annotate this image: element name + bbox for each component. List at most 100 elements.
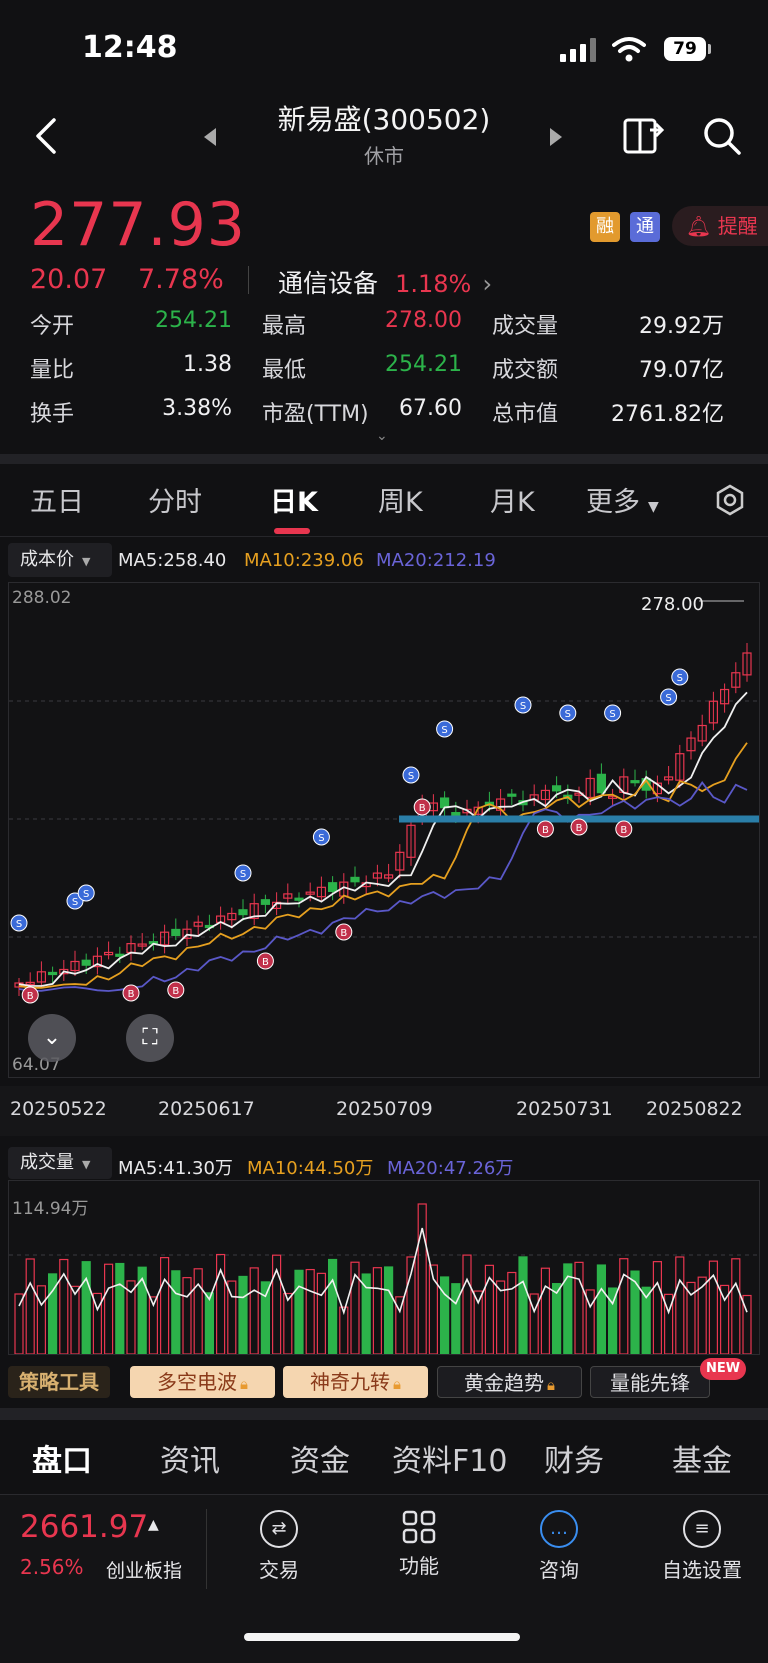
sell-signal: S: [10, 914, 28, 932]
svg-text:S: S: [609, 709, 615, 720]
detail-tab[interactable]: 基金: [672, 1436, 732, 1480]
volume-bar: [305, 1268, 315, 1355]
connect-badge: 通: [630, 212, 660, 242]
sell-signal: S: [234, 864, 252, 882]
stat-value: 254.21: [155, 308, 232, 333]
detail-tab[interactable]: 盘口: [32, 1436, 92, 1480]
detail-tabs: 盘口 资讯 资金 资料F10 财务 基金: [0, 1420, 768, 1492]
svg-text:S: S: [16, 919, 22, 930]
search-icon[interactable]: [702, 116, 742, 156]
strategy-tool-label: 量能先锋: [610, 1371, 690, 1395]
buy-signal: B: [122, 984, 140, 1002]
period-tab-label: 五日: [30, 487, 84, 518]
sell-signal: S: [604, 704, 622, 722]
volume-bar: [652, 1261, 663, 1355]
prev-stock-icon[interactable]: [202, 126, 218, 148]
detail-tab-label: 资料F10: [392, 1444, 508, 1479]
period-tab[interactable]: 分时: [148, 480, 202, 519]
tabs-divider: [0, 536, 768, 537]
volume-bar: [171, 1270, 181, 1355]
price-change-pct: 7.78%: [138, 264, 224, 295]
strategy-tool-label: 黄金趋势: [464, 1371, 544, 1395]
wifi-icon: [612, 37, 646, 62]
collapse-signals-icon[interactable]: ⌄: [28, 1014, 76, 1062]
strategy-tool-button[interactable]: 多空电波 🔒︎: [130, 1366, 275, 1398]
back-icon[interactable]: [32, 116, 60, 156]
period-tab[interactable]: 五日: [30, 480, 84, 519]
quote-divider: [248, 266, 249, 294]
volume-bar: [462, 1254, 472, 1355]
index-name: 创业板指: [106, 1560, 183, 1582]
period-tab[interactable]: 日K: [270, 480, 318, 519]
share-icon[interactable]: [622, 116, 666, 156]
home-indicator: [244, 1633, 520, 1641]
detail-tab[interactable]: 资料F10: [392, 1436, 507, 1480]
stat-value: 67.60: [399, 396, 462, 421]
current-price: 277.93: [30, 190, 246, 260]
svg-text:S: S: [83, 889, 89, 900]
kline-chart[interactable]: SBSSBBSBSBSBSSBSBSBSS: [8, 582, 760, 1078]
volume-bar: [103, 1263, 114, 1355]
nav-functions[interactable]: 功能: [374, 1510, 464, 1579]
svg-text:B: B: [542, 825, 549, 836]
settings-hex-icon[interactable]: [714, 484, 746, 516]
detail-tab[interactable]: 财务: [544, 1436, 604, 1480]
period-tab[interactable]: 月K: [490, 480, 535, 519]
stat-value: 29.92万: [639, 314, 724, 339]
section-divider: [0, 1408, 768, 1420]
period-tab[interactable]: 周K: [378, 480, 423, 519]
svg-text:S: S: [565, 709, 571, 720]
kline-ma10: MA10:239.06: [244, 550, 364, 571]
status-bar: 12:48 79: [0, 0, 768, 100]
nav-trade[interactable]: ⇄ 交易: [234, 1510, 324, 1583]
kline-ma5: MA5:258.40: [118, 550, 227, 571]
strategy-tool-button[interactable]: 量能先锋: [590, 1366, 710, 1398]
next-stock-icon[interactable]: [548, 126, 564, 148]
sell-signal: S: [514, 696, 532, 714]
kline-high-marker: 278.00: [641, 594, 704, 615]
volume-bar: [36, 1285, 46, 1355]
volume-chart[interactable]: [8, 1180, 760, 1355]
date-tick: 20250522: [10, 1098, 107, 1120]
volume-bar: [25, 1258, 35, 1355]
caret-down-icon: ▼: [82, 1158, 91, 1171]
chat-icon: …: [540, 1510, 578, 1548]
svg-text:B: B: [172, 986, 179, 997]
detail-tab[interactable]: 资讯: [160, 1436, 220, 1480]
volume-bar: [417, 1203, 427, 1355]
sector-link[interactable]: 通信设备 1.18% ›: [278, 264, 492, 300]
volume-bar: [440, 1276, 450, 1355]
strategy-tool-button[interactable]: 神奇九转 🔒︎: [283, 1366, 428, 1398]
grid-icon: [402, 1510, 436, 1544]
svg-text:S: S: [318, 833, 324, 844]
expand-chevron-icon[interactable]: ⌄: [376, 428, 388, 444]
volume-svg: [9, 1203, 759, 1355]
detail-tab-label: 资金: [290, 1444, 350, 1479]
date-tick: 20250822: [646, 1098, 743, 1120]
svg-text:S: S: [520, 701, 526, 712]
volume-bar: [227, 1280, 237, 1355]
volume-ma5: MA5:41.30万: [118, 1158, 233, 1179]
volume-selector[interactable]: 成交量 ▼: [8, 1147, 112, 1179]
chevron-right-icon: ›: [482, 270, 493, 298]
date-axis: 20250522 20250617 20250709 20250731 20250822: [0, 1086, 768, 1136]
volume-bar: [316, 1272, 326, 1355]
period-tab-label: 日K: [270, 487, 318, 518]
index-value[interactable]: 2661.97: [20, 1509, 148, 1545]
nav-functions-label: 功能: [399, 1554, 439, 1578]
kline-top-label: 288.02: [12, 588, 72, 608]
stat-value: 2761.82亿: [611, 402, 724, 427]
volume-bar: [193, 1268, 203, 1355]
detail-tab[interactable]: 资金: [290, 1436, 350, 1480]
index-pct: 2.56%: [20, 1555, 84, 1579]
fullscreen-icon[interactable]: ⛶: [126, 1014, 174, 1062]
nav-consult[interactable]: … 咨询: [514, 1510, 604, 1583]
period-tab[interactable]: 更多 ▼: [586, 480, 659, 519]
strategy-tool-button[interactable]: 黄金趋势 🔒︎: [437, 1366, 582, 1398]
alert-button[interactable]: 🔔︎ 提醒: [672, 206, 768, 246]
cost-selector[interactable]: 成本价 ▼: [8, 543, 112, 577]
strategy-tool-label: 神奇九转: [310, 1370, 390, 1394]
nav-watchlist-settings[interactable]: ≡ 自选设置: [652, 1510, 752, 1583]
strategy-tools: 多空电波 🔒︎ 神奇九转 🔒︎ 黄金趋势 🔒︎ 量能先锋: [0, 1360, 768, 1404]
candle-body: [294, 897, 304, 901]
